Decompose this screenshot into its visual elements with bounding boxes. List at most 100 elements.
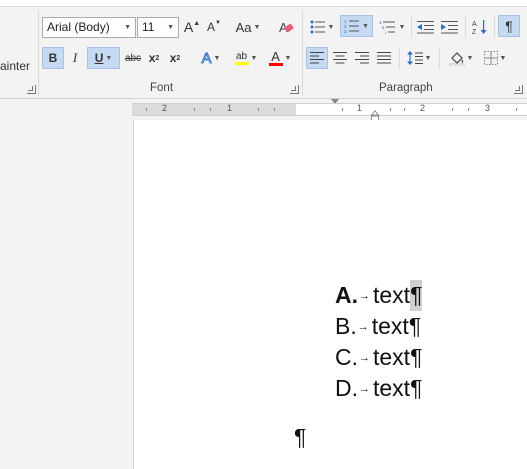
text-effects-icon: A: [201, 49, 212, 67]
line-spacing-icon: [406, 51, 423, 65]
chevron-down-icon: ▼: [466, 54, 474, 62]
list-item[interactable]: C.→ text¶: [335, 342, 422, 373]
svg-text:3: 3: [344, 29, 347, 33]
clipboard-dialog-launcher[interactable]: [27, 85, 36, 94]
paragraph-group-label: Paragraph: [379, 82, 433, 94]
numbered-list[interactable]: A.→ text¶ B.→ text¶ C.→ text¶ D.→ text¶: [335, 280, 423, 404]
numbering-icon: 1 2 3: [344, 19, 360, 33]
subscript-button[interactable]: x2: [146, 47, 162, 69]
list-marker: C.: [335, 344, 358, 370]
multilevel-list-icon: 1 a i: [379, 20, 395, 34]
decrease-indent-button[interactable]: [415, 16, 437, 38]
ruler-tick: [516, 108, 517, 111]
pilcrow-mark: ¶: [410, 375, 423, 401]
align-center-button[interactable]: [329, 47, 351, 69]
italic-button[interactable]: I: [66, 47, 84, 69]
grow-font-button[interactable]: A ▲: [183, 16, 201, 38]
ribbon: ainter Arial (Body) ▼ 11 ▼ A ▲ A ▼ Aa ▼ A B…: [0, 0, 527, 99]
sort-icon: A Z: [472, 20, 487, 35]
chevron-down-icon: ▼: [499, 54, 507, 62]
list-item-text[interactable]: text: [373, 375, 410, 401]
font-dialog-launcher[interactable]: [290, 85, 299, 94]
bullets-button[interactable]: ▼: [307, 16, 337, 38]
ruler-left-margin: [132, 104, 296, 115]
format-painter-label[interactable]: ainter: [0, 59, 30, 73]
numbering-button[interactable]: 1 2 3 ▼: [340, 15, 373, 37]
change-case-button[interactable]: Aa ▼: [232, 16, 264, 38]
group-separator: [38, 10, 39, 96]
ruler-tick: [404, 108, 405, 111]
bold-button[interactable]: B: [42, 47, 64, 69]
text-effects-button[interactable]: A ▼: [197, 47, 225, 69]
highlight-color-swatch: [234, 61, 249, 65]
button-separator: [465, 16, 466, 38]
list-item[interactable]: A.→ text¶: [335, 280, 423, 311]
ruler-tick: [146, 108, 147, 111]
ruler-tick: [210, 108, 211, 111]
chevron-down-icon: ▼: [250, 54, 258, 62]
clear-formatting-icon: A: [279, 20, 294, 35]
line-spacing-button[interactable]: ▼: [403, 47, 435, 69]
underline-icon: U: [94, 51, 104, 65]
font-size-combo[interactable]: 11 ▼: [137, 17, 179, 38]
ruler-tick: [468, 108, 469, 111]
list-marker: D.: [335, 375, 358, 401]
ruler-number: 2: [420, 103, 426, 113]
horizontal-ruler[interactable]: 2 1 1 2 3: [132, 103, 527, 116]
list-item[interactable]: D.→ text¶: [335, 373, 422, 404]
group-separator: [302, 10, 303, 96]
shrink-font-button[interactable]: A ▼: [205, 16, 223, 38]
document-canvas: [0, 114, 132, 469]
svg-text:A: A: [472, 21, 477, 28]
ruler-number: 3: [485, 103, 491, 113]
shrink-font-icon: A: [207, 20, 216, 34]
shading-button[interactable]: ▼: [445, 47, 477, 69]
ruler-tick: [390, 108, 391, 111]
list-item[interactable]: B.→ text¶: [335, 311, 422, 342]
multilevel-list-button[interactable]: 1 a i ▼: [376, 16, 408, 38]
align-right-icon: [355, 52, 369, 64]
ruler-number: 1: [227, 103, 233, 113]
tab-arrow-icon: →: [357, 321, 369, 334]
ruler-tick: [274, 108, 275, 111]
change-case-icon: Aa: [235, 19, 252, 35]
chevron-down-icon: ▼: [284, 54, 292, 62]
align-left-button[interactable]: [306, 47, 328, 69]
superscript-button[interactable]: x2: [167, 47, 183, 69]
clear-formatting-button[interactable]: A: [275, 16, 297, 38]
bullets-icon: [310, 20, 325, 34]
font-name-combo[interactable]: Arial (Body) ▼: [42, 17, 136, 38]
strikethrough-button[interactable]: abc: [123, 47, 143, 69]
chevron-down-icon[interactable]: ▼: [124, 18, 131, 37]
button-separator: [439, 47, 440, 69]
align-right-button[interactable]: [351, 47, 373, 69]
underline-button[interactable]: U ▼: [87, 47, 120, 69]
list-item-text[interactable]: text: [373, 344, 410, 370]
increase-indent-button[interactable]: [439, 16, 461, 38]
paragraph-dialog-launcher[interactable]: [514, 85, 523, 94]
ruler-number: 1: [357, 103, 363, 113]
document-page[interactable]: [133, 120, 527, 469]
empty-paragraph-mark[interactable]: ¶: [294, 424, 306, 451]
justify-button[interactable]: [373, 47, 395, 69]
borders-button[interactable]: ▼: [480, 47, 510, 69]
chevron-down-icon: ▼: [213, 54, 221, 62]
ruler-number: 2: [162, 103, 168, 113]
pilcrow-mark: ¶: [410, 280, 423, 311]
justify-icon: [377, 52, 391, 64]
show-hide-marks-button[interactable]: ¶: [498, 15, 520, 37]
list-item-text[interactable]: text: [373, 282, 410, 308]
highlight-button[interactable]: ab ▼: [231, 47, 261, 69]
chevron-down-icon: ▼: [398, 23, 406, 31]
list-marker: B.: [335, 313, 357, 339]
chevron-down-icon[interactable]: ▼: [167, 18, 174, 37]
decrease-indent-icon: [417, 21, 434, 34]
font-group-label: Font: [150, 82, 174, 94]
list-item-text[interactable]: text: [372, 313, 409, 339]
button-separator: [411, 16, 412, 38]
paint-bucket-icon: [449, 52, 464, 66]
tab-arrow-icon: →: [359, 352, 370, 365]
font-color-button[interactable]: A ▼: [265, 47, 295, 69]
sort-button[interactable]: A Z: [469, 16, 491, 38]
pilcrow-mark: ¶: [408, 313, 422, 339]
